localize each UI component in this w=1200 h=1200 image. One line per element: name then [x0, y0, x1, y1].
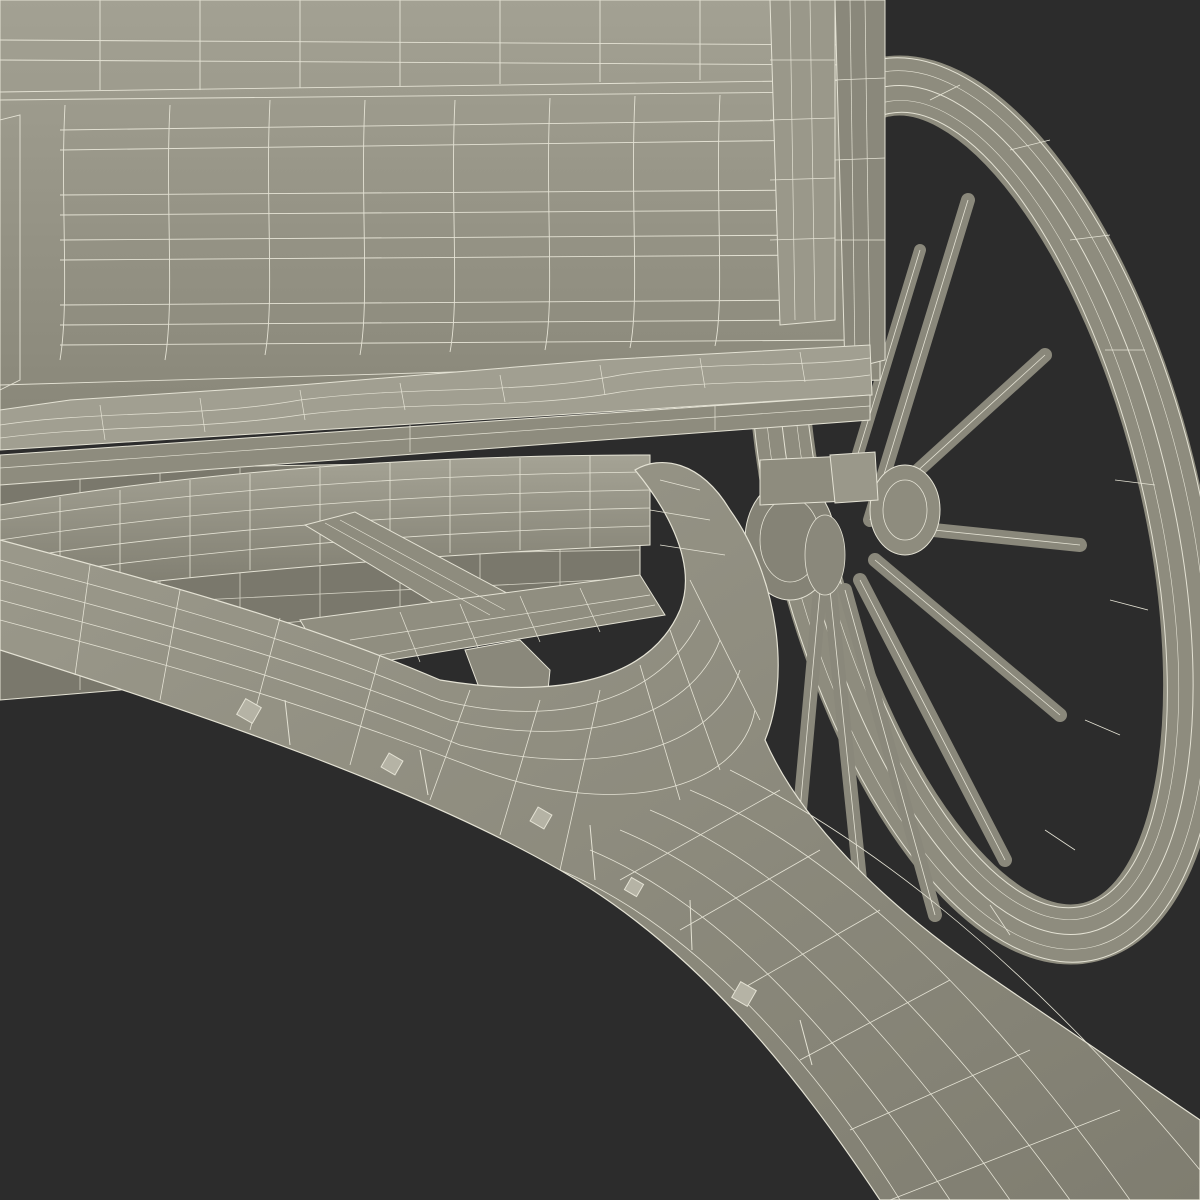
- cart-wireframe-render: [0, 0, 1200, 1200]
- render-viewport: [0, 0, 1200, 1200]
- wagon-body: [0, 0, 881, 411]
- body-post: [769, 0, 836, 326]
